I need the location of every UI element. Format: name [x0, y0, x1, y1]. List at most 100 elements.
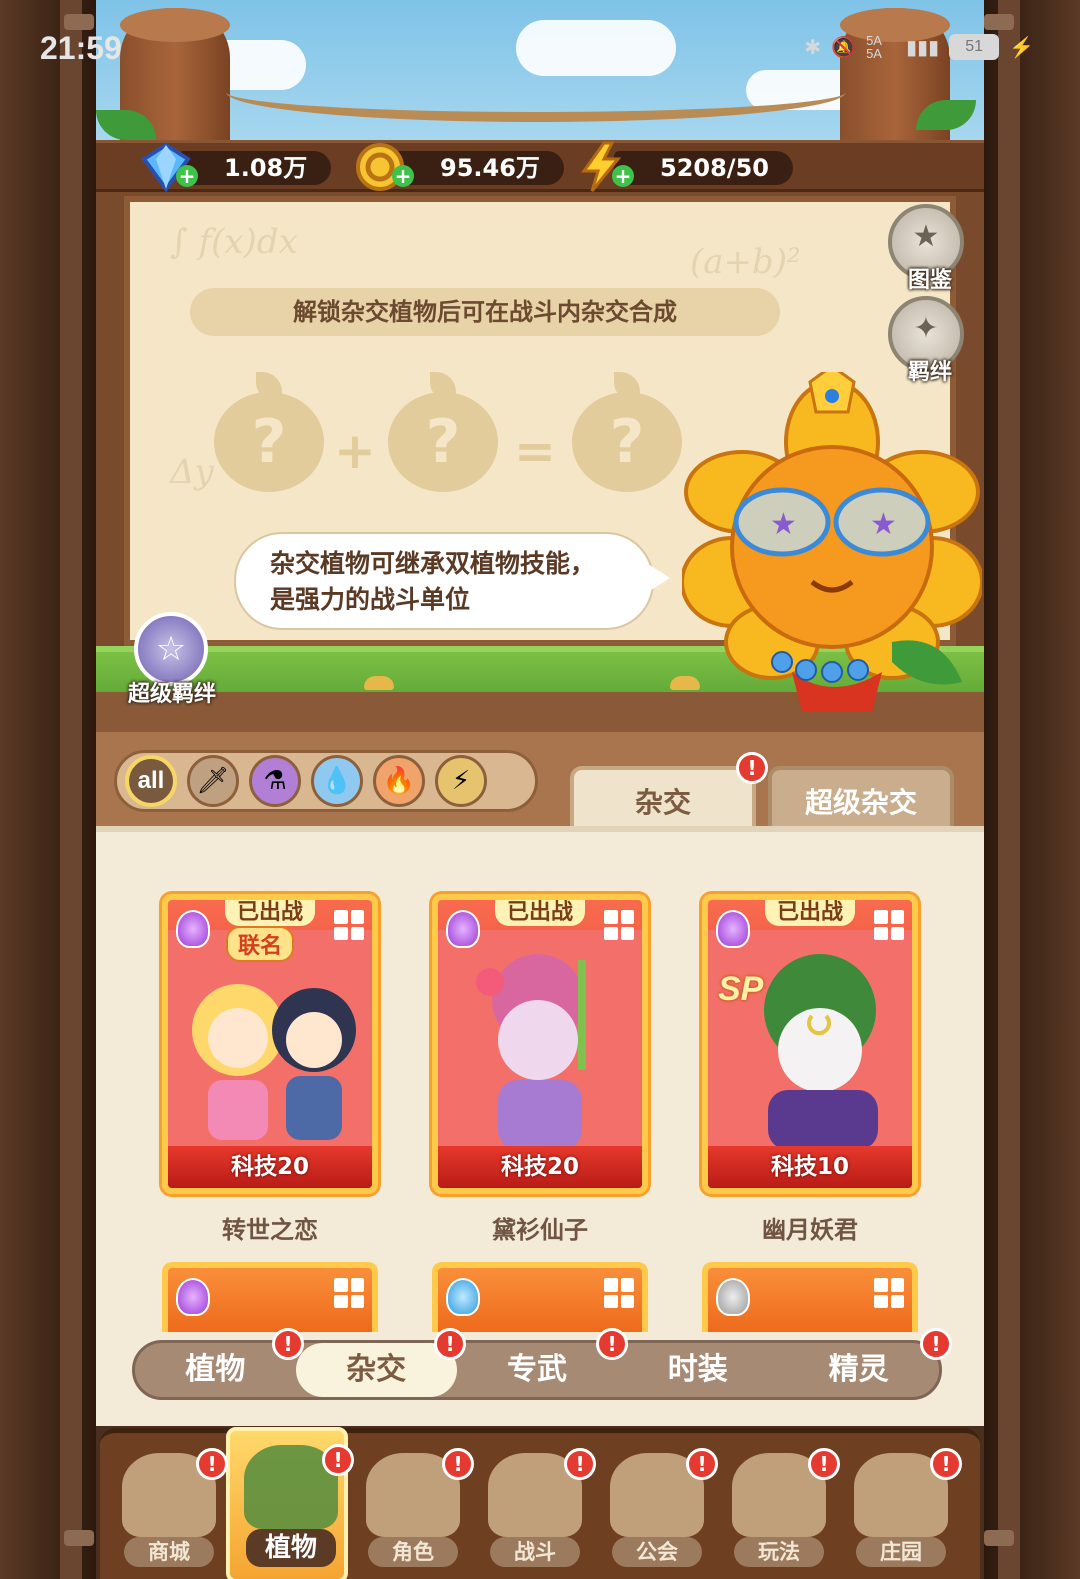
- tech-level: 科技20: [168, 1146, 372, 1188]
- tech-level: 科技10: [708, 1146, 912, 1188]
- grid-icon: [604, 1278, 634, 1308]
- bottom-nav: 商城 植物 角色 战斗 公会 玩法 庄园: [100, 1427, 980, 1579]
- filter-all-button[interactable]: all: [125, 755, 177, 807]
- alert-badge: !: [930, 1448, 962, 1480]
- status-icons: ✱ 🔕 5A 5A ▮▮▮ 51 ⚡: [804, 34, 1034, 60]
- poison-flask-icon[interactable]: ⚗: [249, 755, 301, 807]
- add-energy-button[interactable]: +: [612, 165, 634, 187]
- energy-value: 5208/50: [614, 151, 793, 185]
- star-icon: ✦: [913, 311, 939, 346]
- alert-badge: !: [686, 1448, 718, 1480]
- alert-badge: !: [920, 1328, 952, 1360]
- signal-icon: ▮▮▮: [906, 36, 940, 59]
- plant-card-panel: 已出战 联名 科技20 转世之恋 已出战 科技20 黛衫仙子 已出战 SP 科技…: [96, 826, 984, 1426]
- sp-tag: SP: [718, 970, 764, 1008]
- deployed-label: 已出战: [494, 900, 586, 926]
- unlock-hint: 解锁杂交植物后可在战斗内杂交合成: [190, 288, 780, 336]
- plant-card[interactable]: [702, 1262, 918, 1332]
- resource-bar: + 1.08万 + 95.46万 + 5208/50: [96, 140, 984, 193]
- alert-badge: !: [736, 752, 768, 784]
- alert-badge: !: [564, 1448, 596, 1480]
- plant-card[interactable]: 已出战 SP 科技10: [702, 894, 918, 1194]
- poison-type-icon: [176, 910, 210, 948]
- hybrid-slot: ?: [388, 372, 498, 492]
- codex-button[interactable]: ★ 图鉴: [888, 204, 964, 293]
- plant-card[interactable]: [162, 1262, 378, 1332]
- card-name: 转世之恋: [222, 1216, 318, 1244]
- plant-card[interactable]: 已出战 联名 科技20: [162, 894, 378, 1194]
- alert-badge: !: [808, 1448, 840, 1480]
- alert-badge: !: [434, 1328, 466, 1360]
- card-portrait: [708, 930, 912, 1150]
- frame-clip: [984, 1530, 1014, 1546]
- plus-sign: +: [334, 422, 376, 480]
- book-icon: ★: [912, 219, 940, 254]
- fire-icon[interactable]: 🔥: [373, 755, 425, 807]
- poison-type-icon: [176, 1278, 210, 1316]
- alert-badge: !: [272, 1328, 304, 1360]
- subtab-spirit[interactable]: 精灵: [778, 1343, 939, 1397]
- element-filter-group: all 🗡 ⚗ 💧 🔥 ⚡: [114, 750, 538, 812]
- alert-badge: !: [322, 1444, 354, 1476]
- alert-badge: !: [596, 1328, 628, 1360]
- super-bond-button[interactable]: ☆ 超级羁绊: [126, 612, 218, 708]
- card-portrait: [168, 930, 372, 1150]
- tab-hybrid[interactable]: 杂交: [570, 766, 756, 832]
- super-bond-icon: ☆: [134, 612, 208, 686]
- mute-icon: 🔕: [831, 36, 857, 59]
- charging-icon: ⚡: [1009, 36, 1034, 59]
- hybrid-result-slot: ?: [572, 372, 682, 492]
- hybrid-slot: ?: [214, 372, 324, 492]
- plant-card[interactable]: 已出战 科技20: [432, 894, 648, 1194]
- coin-value: 95.46万: [394, 151, 564, 185]
- subtab-hybrid[interactable]: 杂交: [295, 1343, 457, 1397]
- equals-sign: =: [514, 422, 556, 480]
- lightning-icon[interactable]: ⚡: [435, 755, 487, 807]
- status-bar: 21:59 ✱ 🔕 5A 5A ▮▮▮ 51 ⚡: [0, 0, 1080, 100]
- card-name: 幽月妖君: [762, 1216, 858, 1244]
- subtab-plants[interactable]: 植物: [135, 1343, 296, 1397]
- add-diamond-button[interactable]: +: [176, 165, 198, 187]
- alert-badge: !: [196, 1448, 228, 1480]
- card-name: 黛衫仙子: [492, 1216, 588, 1244]
- svg-text:★: ★: [770, 507, 797, 542]
- add-coin-button[interactable]: +: [392, 165, 414, 187]
- plant-card[interactable]: [432, 1262, 648, 1332]
- water-type-icon: [446, 1278, 480, 1316]
- card-portrait: [438, 930, 642, 1150]
- poison-type-icon: [716, 910, 750, 948]
- water-drop-icon[interactable]: 💧: [311, 755, 363, 807]
- rail-left: [60, 0, 82, 1579]
- battery-icon: 51: [949, 34, 1000, 60]
- tech-level: 科技20: [438, 1146, 642, 1188]
- grid-icon: [334, 1278, 364, 1308]
- grid-icon: [874, 1278, 904, 1308]
- bluetooth-icon: ✱: [804, 36, 822, 59]
- grid-icon: [604, 910, 634, 940]
- poison-type-icon: [446, 910, 480, 948]
- game-screen: 21:59 ✱ 🔕 5A 5A ▮▮▮ 51 ⚡ + 1.08万 + 95.46: [0, 0, 1080, 1579]
- mascot-speech-bubble: 杂交植物可继承双植物技能，是强力的战斗单位: [234, 532, 654, 630]
- deployed-label: 已出战: [224, 900, 316, 926]
- codex-label: 图鉴: [907, 268, 952, 293]
- deployed-label: 已出战: [764, 900, 856, 926]
- collab-tag: 联名: [226, 926, 295, 962]
- filter-bar: all 🗡 ⚗ 💧 🔥 ⚡ 杂交 ! 超级杂交: [96, 732, 984, 832]
- bond-button[interactable]: ✦ 羁绊: [888, 296, 964, 385]
- sunflower-mascot: ★ ★: [682, 372, 982, 712]
- diamond-value: 1.08万: [178, 151, 332, 185]
- grid-icon: [334, 910, 364, 940]
- rail-right: [998, 0, 1020, 1579]
- frame-clip: [64, 1530, 94, 1546]
- svg-text:★: ★: [870, 507, 897, 542]
- alert-badge: !: [442, 1448, 474, 1480]
- subtab-exclusive-weapon[interactable]: 专武: [457, 1343, 618, 1397]
- sword-icon[interactable]: 🗡: [187, 755, 239, 807]
- grid-icon: [874, 910, 904, 940]
- subtab-costume[interactable]: 时装: [617, 1343, 778, 1397]
- category-tab-bar: 植物 杂交 专武 时装 精灵: [132, 1340, 942, 1400]
- tab-super-hybrid[interactable]: 超级杂交: [768, 766, 954, 832]
- hybrid-board-area: ∫ f(x)dx (a+b)² Δy 解锁杂交植物后可在战斗内杂交合成 ? + …: [96, 192, 984, 732]
- status-time: 21:59: [40, 30, 122, 66]
- sword-type-icon: [716, 1278, 750, 1316]
